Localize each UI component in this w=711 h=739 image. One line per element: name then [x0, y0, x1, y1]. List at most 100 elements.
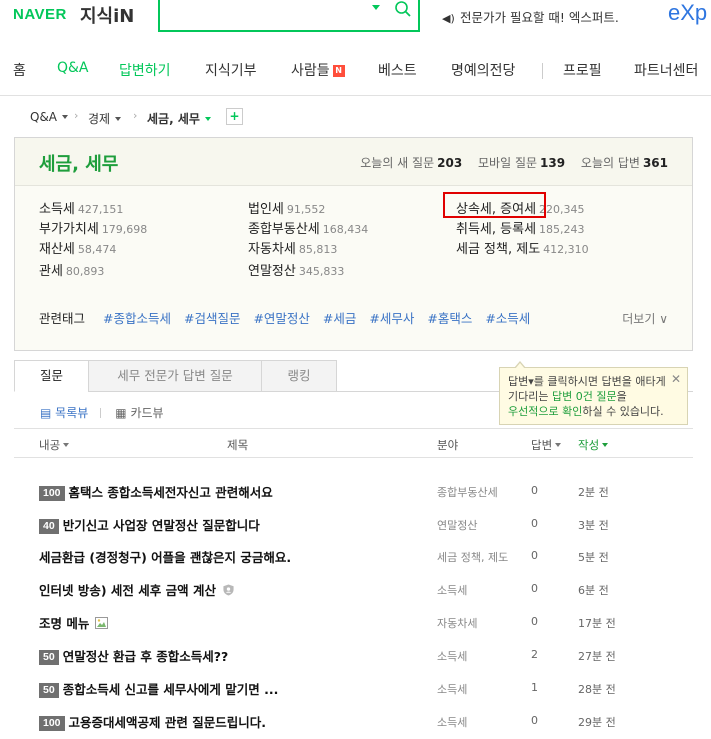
question-field[interactable]: 소득세 [437, 681, 467, 697]
subcategory-name: 법인세 [248, 202, 284, 217]
bounty-badge: 100 [39, 486, 65, 501]
question-title: 연말정산 환급 후 종합소득세?? [62, 649, 229, 664]
answer-count: 1 [531, 681, 538, 694]
tab-ranking[interactable]: 랭킹 [261, 360, 337, 392]
question-field[interactable]: 자동차세 [437, 615, 477, 631]
nav-qna[interactable]: Q&A [57, 60, 89, 76]
subcategory-name: 종합부동산세 [248, 222, 320, 237]
card-view-button[interactable]: ▦ 카드뷰 [115, 406, 163, 420]
question-field[interactable]: 종합부동산세 [437, 484, 498, 500]
table-row: 100 고용증대세액공제 관련 질문드립니다. 소득세 0 29분 전 [14, 704, 693, 736]
search-dropdown-icon[interactable] [372, 5, 380, 10]
subcategory-count: 85,813 [298, 243, 338, 256]
question-link[interactable]: 50 종합소득세 신고를 세무사에게 맡기면 ... [39, 679, 278, 698]
question-field[interactable]: 연말정산 [437, 517, 477, 533]
subcategory-count: 91,552 [286, 203, 326, 216]
tag-link[interactable]: #세금 [323, 311, 356, 326]
chevron-down-icon [115, 117, 122, 121]
question-link[interactable]: 세금환급 (경정청구) 어플을 괜찮은지 궁금해요. [39, 547, 291, 566]
question-link[interactable]: 50 연말정산 환급 후 종합소득세?? [39, 646, 228, 665]
breadcrumb-qna-label: Q&A [30, 110, 58, 124]
subcategory-link[interactable]: 취득세, 등록세 185,243 [456, 218, 585, 237]
chevron-down-icon [63, 443, 70, 447]
tag-link[interactable]: #연말정산 [253, 311, 309, 326]
more-label: 더보기 [622, 312, 656, 326]
subcategory-link[interactable]: 소득세 427,151 [39, 198, 123, 217]
sort-bounty[interactable]: 내공 [39, 437, 70, 453]
question-title: 세금환급 (경정청구) 어플을 괜찮은지 궁금해요. [39, 550, 292, 565]
sort-answers[interactable]: 답변 [531, 437, 562, 453]
question-link[interactable]: 조명 메뉴 [39, 613, 109, 632]
nav-best[interactable]: 베스트 [378, 60, 417, 80]
question-field[interactable]: 세금 정책, 제도 [437, 549, 508, 565]
question-link[interactable]: 인터넷 방송) 세전 세후 금액 계산 [39, 580, 235, 599]
subcategory-link[interactable]: 세금 정책, 제도 412,310 [456, 238, 589, 257]
expert-promo[interactable]: ◀) 전문가가 필요할 때! 엑스퍼트. [442, 7, 619, 26]
list-view-button[interactable]: ▤ 목록뷰 [40, 406, 88, 420]
tag-link[interactable]: #소득세 [485, 311, 530, 326]
tooltip-line: 답변▾를 클릭하시면 답변을 애타게 [508, 375, 666, 388]
breadcrumb-economy[interactable]: 경제 [88, 110, 122, 127]
question-field[interactable]: 소득세 [437, 648, 467, 664]
subcategory-link[interactable]: 법인세 91,552 [248, 198, 325, 217]
search-icon[interactable] [394, 0, 412, 18]
subcategory-name: 관세 [39, 264, 63, 279]
breadcrumb-qna[interactable]: Q&A [30, 110, 69, 124]
nav-people[interactable]: 사람들 N [291, 60, 345, 80]
tab-expert-questions[interactable]: 세무 전문가 답변 질문 [88, 360, 262, 392]
written-time: 2분 전 [578, 486, 609, 499]
expert-logo[interactable]: eXp [668, 0, 707, 26]
subcategory-link[interactable]: 부가가치세 179,698 [39, 218, 147, 237]
subcategory-link[interactable]: 연말정산 345,833 [248, 260, 344, 279]
subcategory-link[interactable]: 자동차세 85,813 [248, 238, 337, 257]
question-link[interactable]: 40 반기신고 사업장 연말정산 질문합니다 [39, 515, 260, 534]
nav-answer[interactable]: 답변하기 [119, 60, 171, 80]
breadcrumb-tax[interactable]: 세금, 세무 [147, 110, 211, 127]
naver-logo[interactable]: NAVER [13, 6, 67, 23]
table-row: 인터넷 방송) 세전 세후 금액 계산 소득세 0 6분 전 [14, 572, 693, 604]
tooltip-line: 기다리는 답변 0건 질문을 [508, 389, 679, 404]
close-icon[interactable]: ✕ [671, 372, 681, 387]
shield-icon [223, 584, 234, 596]
tag-link[interactable]: #검색질문 [184, 311, 240, 326]
search-input[interactable] [166, 0, 366, 24]
list-icon: ▤ [40, 406, 52, 420]
question-link[interactable]: 100 홈택스 종합소득세전자신고 관련해서요 [39, 482, 273, 501]
table-row: 40 반기신고 사업장 연말정산 질문합니다 연말정산 0 3분 전 [14, 507, 693, 539]
subcategory-link[interactable]: 관세 80,893 [39, 260, 104, 279]
table-row: 50 연말정산 환급 후 종합소득세?? 소득세 2 27분 전 [14, 638, 693, 670]
sort-written[interactable]: 작성 [578, 437, 609, 453]
subcategory-name: 부가가치세 [39, 222, 99, 237]
tooltip-text: 을 [616, 390, 627, 403]
subcategory-link[interactable]: 재산세 58,474 [39, 238, 116, 257]
bounty-badge: 40 [39, 519, 59, 534]
question-title: 종합소득세 신고를 세무사에게 맡기면 ... [62, 682, 279, 697]
nav-hall-of-fame[interactable]: 명예의전당 [451, 60, 515, 80]
nav-people-label: 사람들 [291, 63, 330, 79]
subcategory-count: 427,151 [77, 203, 124, 216]
tag-link[interactable]: #홈택스 [427, 311, 472, 326]
tag-link[interactable]: #종합소득세 [103, 311, 171, 326]
table-row: 세금환급 (경정청구) 어플을 괜찮은지 궁금해요. 세금 정책, 제도 0 5… [14, 539, 693, 571]
more-tags-button[interactable]: 더보기 ∨ [622, 310, 668, 327]
jisikin-logo[interactable]: 지식iN [80, 2, 134, 28]
tag-link[interactable]: #세무사 [369, 311, 414, 326]
question-link[interactable]: 100 고용증대세액공제 관련 질문드립니다. [39, 712, 266, 731]
nav-profile[interactable]: 프로필 [563, 60, 602, 80]
nav-home[interactable]: 홈 [13, 60, 26, 80]
question-field[interactable]: 소득세 [437, 714, 467, 730]
add-interest-button[interactable]: + [226, 108, 243, 125]
subcategory-count: 58,474 [77, 243, 117, 256]
nav-partner-center[interactable]: 파트너센터 [634, 60, 698, 80]
question-field[interactable]: 소득세 [437, 582, 467, 598]
subcategory-name: 연말정산 [248, 264, 296, 279]
written-time: 3분 전 [578, 519, 609, 532]
tooltip-line: 우선적으로 확인하실 수 있습니다. [508, 404, 679, 419]
tooltip-text: 하실 수 있습니다. [582, 405, 664, 418]
subcategory-link[interactable]: 종합부동산세 168,434 [248, 218, 368, 237]
tab-questions[interactable]: 질문 [14, 360, 89, 392]
written-time: 5분 전 [578, 551, 609, 564]
category-header: 세금, 세무 오늘의 새 질문 203 모바일 질문 139 오늘의 답변 361 [15, 138, 692, 186]
category-title: 세금, 세무 [39, 154, 119, 175]
nav-donate[interactable]: 지식기부 [205, 60, 257, 80]
